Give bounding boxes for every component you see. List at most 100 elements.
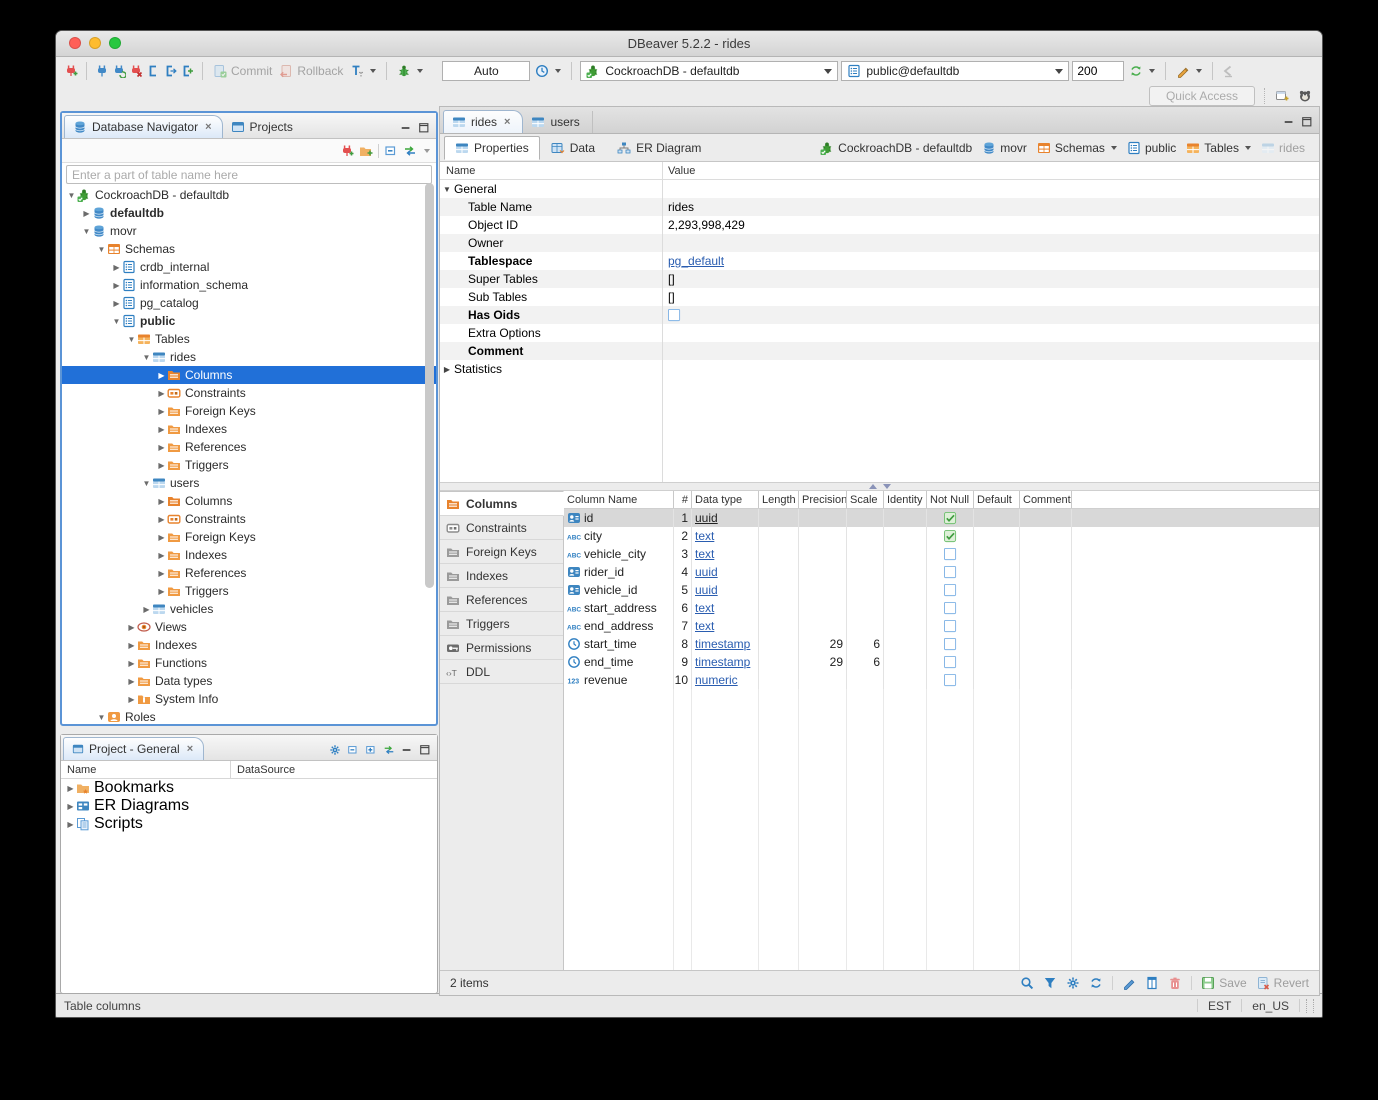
connection-select[interactable]: CockroachDB - defaultdb — [580, 61, 838, 81]
grid-row-start_time[interactable]: start_time8timestamp296 — [564, 635, 1319, 653]
property-row[interactable]: Super Tables[] — [440, 270, 1319, 288]
link-with-editor-icon[interactable] — [383, 744, 395, 756]
new-sql-editor-icon[interactable] — [180, 64, 194, 78]
property-value-link[interactable]: pg_default — [668, 254, 724, 268]
expand-arrow[interactable]: ▶ — [65, 784, 76, 793]
expand-arrow[interactable]: ▶ — [156, 497, 167, 506]
fetch-size-input[interactable] — [1072, 61, 1124, 81]
gear-icon[interactable] — [329, 744, 341, 756]
detail-tab-ddl[interactable]: ‹›TDDL — [440, 660, 563, 684]
grid-header-column-name[interactable]: Column Name — [564, 491, 674, 508]
expand-arrow[interactable]: ▶ — [156, 587, 167, 596]
close-icon[interactable]: × — [205, 121, 211, 133]
breadcrumb-rides[interactable]: rides — [1261, 141, 1305, 155]
open-sql-script-icon[interactable] — [163, 64, 177, 78]
tree-item-views[interactable]: ▶ Views — [62, 618, 436, 636]
property-value[interactable]: [] — [668, 272, 675, 286]
chevron-down-icon[interactable] — [1111, 146, 1117, 150]
sql-editor-icon[interactable] — [146, 64, 160, 78]
detail-tab-permissions[interactable]: Permissions — [440, 636, 563, 660]
properties-value-header[interactable]: Value — [662, 162, 695, 179]
tree-item-cockroachdb-defaultdb[interactable]: ▼ CockroachDB - defaultdb — [62, 186, 436, 204]
expand-arrow[interactable]: ▶ — [156, 371, 167, 380]
expand-arrow[interactable]: ▼ — [126, 335, 137, 344]
property-row[interactable]: Has Oids — [440, 306, 1319, 324]
subtab-data[interactable]: Data — [540, 136, 606, 160]
data-type-link[interactable]: text — [695, 529, 714, 543]
property-row[interactable]: Table Namerides — [440, 198, 1319, 216]
not-null-checkbox-unchecked[interactable] — [944, 566, 957, 579]
view-menu-icon[interactable] — [424, 149, 430, 153]
collapse-all-icon[interactable] — [384, 144, 398, 158]
grid-row-id[interactable]: id1uuid — [564, 509, 1319, 527]
expand-arrow[interactable]: ▶ — [126, 659, 137, 668]
expand-arrow[interactable]: ▼ — [96, 713, 107, 722]
maximize-panel-icon[interactable] — [1301, 116, 1313, 128]
expand-all-icon[interactable] — [365, 744, 377, 756]
minimize-panel-icon[interactable] — [401, 744, 413, 756]
expand-arrow[interactable]: ▼ — [66, 191, 77, 200]
data-type-link[interactable]: uuid — [695, 583, 718, 597]
breadcrumb-tables[interactable]: Tables — [1186, 141, 1251, 155]
commit-button[interactable]: Commit — [211, 60, 274, 82]
tree-item-schemas[interactable]: ▼ Schemas — [62, 240, 436, 258]
properties-name-header[interactable]: Name — [440, 162, 662, 179]
tree-item-defaultdb[interactable]: ▶ defaultdb — [62, 204, 436, 222]
project-item-bookmarks[interactable]: ▶ Bookmarks — [61, 779, 437, 797]
grid-row-revenue[interactable]: 123revenue10numeric — [564, 671, 1319, 689]
navigator-scrollbar[interactable] — [425, 183, 434, 588]
project-item-er-diagrams[interactable]: ▶ ER Diagrams — [61, 797, 437, 815]
expand-arrow[interactable]: ▶ — [65, 820, 76, 829]
filter-icon[interactable] — [1043, 976, 1057, 990]
property-row[interactable]: Tablespacepg_default — [440, 252, 1319, 270]
expand-arrow[interactable]: ▶ — [156, 461, 167, 470]
tree-item-roles[interactable]: ▼ Roles — [62, 708, 436, 726]
sql-format-button[interactable] — [1174, 60, 1204, 82]
detail-tab-indexes[interactable]: Indexes — [440, 564, 563, 588]
grid-row-end_time[interactable]: end_time9timestamp296 — [564, 653, 1319, 671]
property-row[interactable]: Comment — [440, 342, 1319, 360]
grid-row-vehicle_city[interactable]: ABCvehicle_city3text — [564, 545, 1319, 563]
data-type-link[interactable]: text — [695, 619, 714, 633]
reconnect-icon[interactable] — [112, 64, 126, 78]
expand-arrow[interactable]: ▶ — [440, 365, 454, 374]
data-type-link[interactable]: text — [695, 547, 714, 561]
link-with-editor-icon[interactable] — [403, 144, 417, 158]
tree-item-columns[interactable]: ▶ Columns — [62, 366, 436, 384]
expand-arrow[interactable]: ▶ — [111, 263, 122, 272]
property-value[interactable]: 2,293,998,429 — [668, 218, 745, 232]
project-item-scripts[interactable]: ▶ Scripts — [61, 815, 437, 833]
tree-item-tables[interactable]: ▼ Tables — [62, 330, 436, 348]
rollback-button[interactable]: Rollback — [277, 60, 345, 82]
tree-item-crdb-internal[interactable]: ▶ crdb_internal — [62, 258, 436, 276]
grid-row-vehicle_id[interactable]: vehicle_id5uuid — [564, 581, 1319, 599]
tree-item-constraints[interactable]: ▶ Constraints — [62, 510, 436, 528]
revert-button[interactable]: Revert — [1256, 976, 1309, 990]
editor-tab-rides[interactable]: rides × — [443, 110, 523, 133]
detail-tab-constraints[interactable]: Constraints — [440, 516, 563, 540]
data-type-link[interactable]: uuid — [695, 565, 718, 579]
grid-header-identity[interactable]: Identity — [884, 491, 927, 508]
property-row[interactable]: Extra Options — [440, 324, 1319, 342]
expand-arrow[interactable]: ▶ — [156, 515, 167, 524]
expand-arrow[interactable]: ▶ — [126, 623, 137, 632]
expand-arrow[interactable]: ▶ — [111, 281, 122, 290]
transaction-log-button[interactable] — [533, 60, 563, 82]
expand-arrow[interactable]: ▶ — [156, 407, 167, 416]
edit-icon[interactable] — [1122, 976, 1136, 990]
maximize-panel-icon[interactable] — [418, 122, 430, 134]
detail-tab-columns[interactable]: Columns — [440, 491, 564, 516]
property-row[interactable]: ▼General — [440, 180, 1319, 198]
detail-tab-references[interactable]: References — [440, 588, 563, 612]
grid-header-precision[interactable]: Precision — [799, 491, 847, 508]
new-connection-icon[interactable] — [64, 64, 78, 78]
tab-database-navigator[interactable]: Database Navigator × — [64, 115, 223, 138]
property-value[interactable]: [] — [668, 290, 675, 304]
expand-arrow[interactable]: ▶ — [126, 641, 137, 650]
tree-item-triggers[interactable]: ▶ Triggers — [62, 582, 436, 600]
tree-item-foreign-keys[interactable]: ▶ Foreign Keys — [62, 402, 436, 420]
subtab-properties[interactable]: Properties — [444, 136, 540, 160]
tree-item-rides[interactable]: ▼ rides — [62, 348, 436, 366]
new-connection-icon[interactable] — [340, 144, 354, 158]
property-row[interactable]: Owner — [440, 234, 1319, 252]
